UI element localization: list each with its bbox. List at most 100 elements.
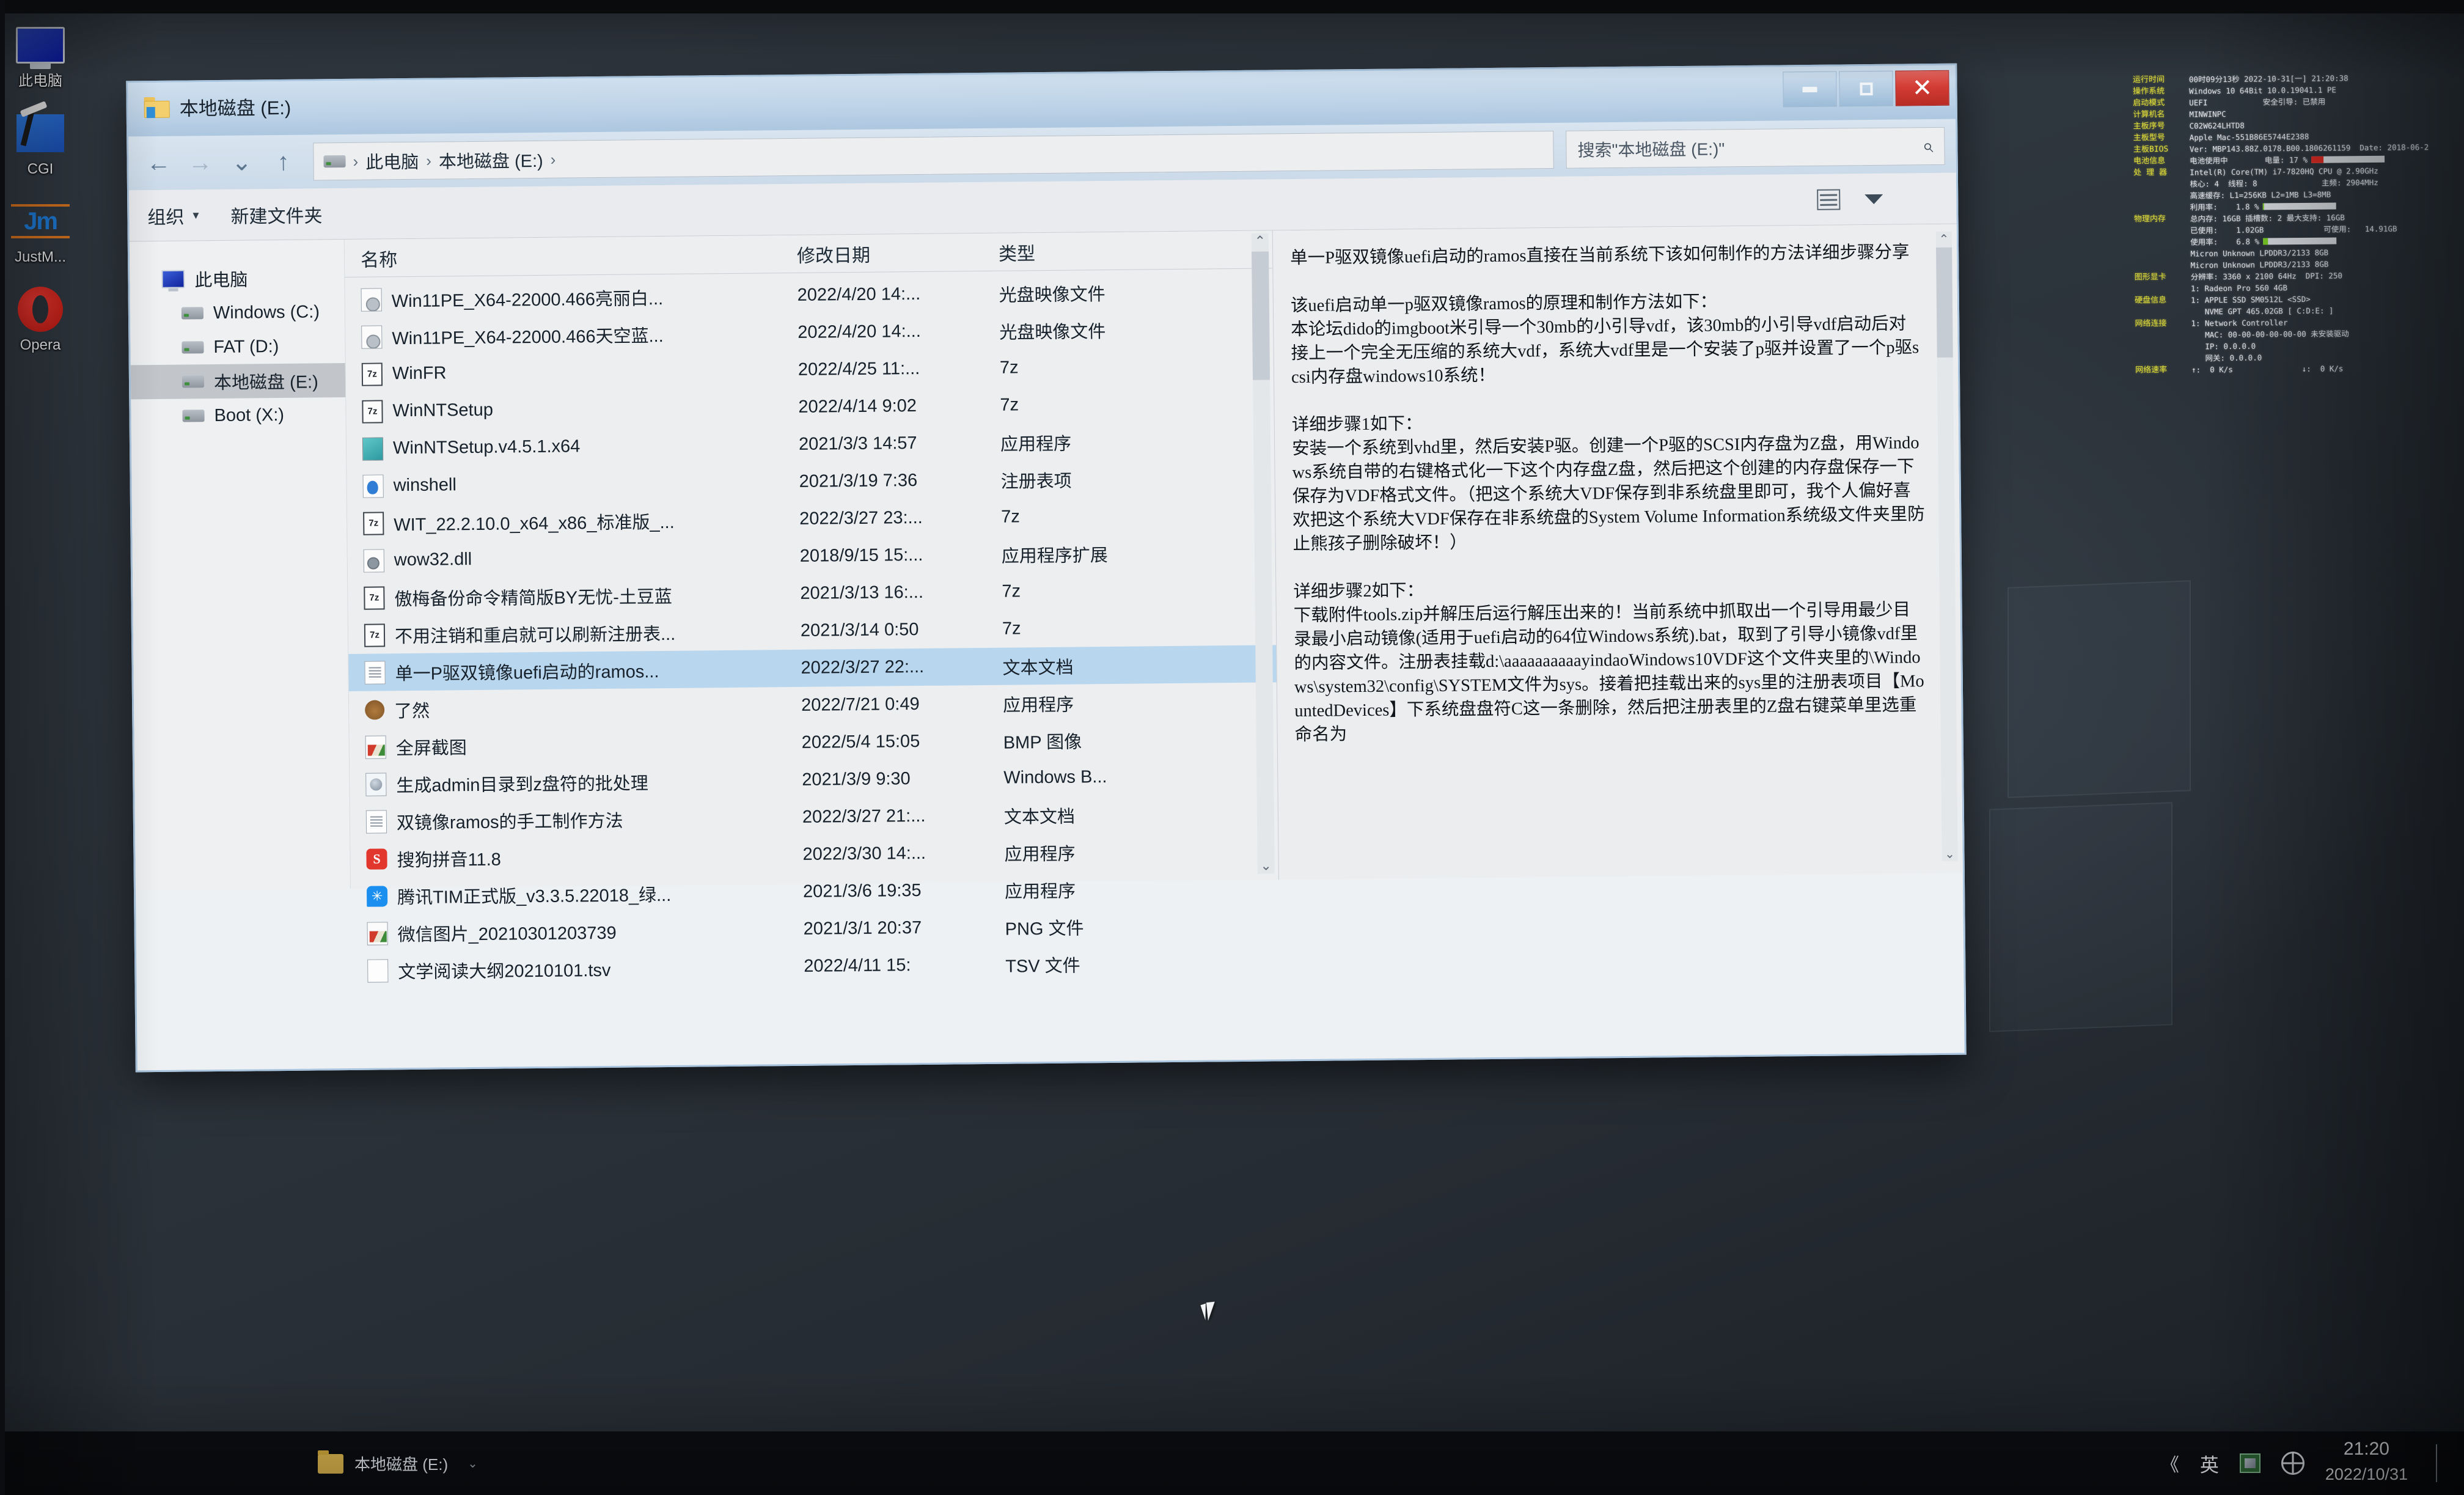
system-info-row: 已使用: 1.02GB 可使用: 14.91GB [2134,223,2464,237]
search-input[interactable]: 搜索"本地磁盘 (E:)" ⌕ [1566,127,1945,169]
scroll-up-icon[interactable]: ⌃ [1936,232,1952,246]
system-info-label: 操作系统 [2133,86,2165,97]
system-info-value: Ver: MBP143.88Z.0178.B00.1806261159 Date… [2189,142,2429,154]
nav-item-this-pc[interactable]: 此电脑 [130,260,345,296]
system-info-label [2135,353,2191,354]
breadcrumb-separator: › [426,151,432,170]
scroll-down-icon[interactable]: ⌄ [1942,847,1957,861]
system-info-value: 00时09分13秒 2022-10-31[一] 21:20:38 [2188,73,2348,84]
view-options-chevron-icon[interactable] [1865,194,1883,205]
new-folder-button[interactable]: 新建文件夹 [230,200,322,228]
scroll-down-icon[interactable]: ⌄ [1258,858,1275,873]
file-name: 腾讯TIM正式版_v3.3.5.22018_绿... [397,885,672,908]
iso-icon [361,287,382,312]
cgi-icon [0,105,81,161]
system-info-label [2134,202,2190,203]
system-info-row: 利用率: 1.8 % [2134,200,2464,213]
file-name: WIT_22.2.10.0_x64_x86_标准版_... [394,512,675,535]
system-info-value: 网关: 0.0.0.0 [2191,353,2262,363]
column-header-type[interactable]: 类型 [999,237,1157,265]
file-date: 2022/4/20 14:... [797,284,921,305]
maximize-button[interactable] [1839,70,1893,107]
system-info-row: 处 理 器 Intel(R) Core(TM) i7-7820HQ CPU @ 2… [2133,165,2463,178]
globe-icon[interactable] [2281,1452,2304,1475]
up-button[interactable]: ↑ [264,143,302,182]
desktop-icon-opera[interactable]: Opera [0,281,81,353]
recent-locations-button[interactable]: ⌄ [222,143,261,182]
chevron-down-icon[interactable]: ⌄ [468,1456,478,1471]
file-date: 2021/3/1 20:37 [803,917,922,939]
wallpaper-pane-2 [1989,802,2172,1032]
breadcrumb-item-local-disk-e[interactable]: 本地磁盘 (E:) [439,147,543,174]
desktop-icon-this-pc[interactable]: 此电脑 [0,17,81,89]
system-info-label [2133,179,2190,180]
show-desktop-button[interactable] [2436,1444,2437,1482]
system-info-row: 网络速率 ↑: 0 K/s ↓: 0 K/s [2135,362,2464,376]
nav-item-fat-d[interactable]: FAT (D:) [130,329,345,365]
application-icon [362,436,384,461]
system-info-value: 电池使用中 电量: 17 % [2190,153,2463,166]
system-tray: 《 英 21:20 2022/10/31 [2161,1431,2452,1495]
scrollbar-thumb[interactable] [1936,247,1953,358]
breadcrumb[interactable]: › 此电脑 › 本地磁盘 (E:) › [313,130,1554,181]
ime-mode-icon[interactable] [2239,1453,2260,1473]
taskbar-clock[interactable]: 21:20 2022/10/31 [2325,1438,2408,1488]
nav-item-label: Windows (C:) [213,301,320,323]
file-date: 2022/4/11 15: [804,955,911,976]
taskbar-item-label: 本地磁盘 (E:) [354,1455,449,1474]
system-info-row: 计算机名 MINWINPC [2133,107,2463,120]
minimize-button[interactable] [1783,71,1837,108]
column-header-name[interactable]: 名称 [345,241,797,272]
nav-item-label: Boot (X:) [214,405,285,425]
desktop-icon-cgi[interactable]: CGI [0,105,81,177]
system-info-value: Windows 10 64Bit 10.0.19041.1 PE [2189,85,2336,96]
ime-language-button[interactable]: 英 [2200,1450,2219,1477]
bear-app-icon [365,699,385,720]
nav-item-boot-x[interactable]: Boot (X:) [131,397,346,433]
text-document-icon [365,809,387,834]
file-date: 2022/7/21 0:49 [801,694,920,715]
scrollbar-thumb[interactable] [1252,251,1270,380]
file-date: 2021/3/9 9:30 [802,769,911,790]
details-view-icon[interactable] [1817,189,1841,210]
nav-item-windows-c[interactable]: Windows (C:) [130,295,345,331]
show-hidden-icons-button[interactable]: 《 [2161,1450,2179,1477]
file-date: 2022/4/25 11:... [798,358,920,380]
explorer-body: 此电脑 Windows (C:) FAT (D:) 本地磁盘 (E:) Boot… [129,224,1963,983]
system-info-label: 网络连接 [2135,318,2167,329]
close-button[interactable]: ✕ [1895,70,1949,106]
system-info-row: 物理内存 总内存: 16GB 插槽数: 2 最大支持: 16GB [2134,211,2464,225]
system-info-value: 1: Radeon Pro 560 4GB [2190,283,2288,293]
nav-item-label: 此电脑 [194,270,248,291]
system-info-row: 1: Radeon Pro 560 4GB [2135,281,2464,295]
file-date: 2021/3/6 19:35 [802,880,922,902]
close-icon: ✕ [1912,75,1933,102]
nav-item-local-disk-e[interactable]: 本地磁盘 (E:) [130,362,346,400]
system-info-label: 启动模式 [2133,98,2165,108]
screen-bezel-top [0,0,2464,13]
system-info-row: 网关: 0.0.0.0 [2135,351,2464,364]
file-date: 2022/3/27 23:... [799,507,923,529]
system-info-value: 利用率: 1.8 % [2190,200,2464,213]
taskbar-item-local-disk-e[interactable]: 本地磁盘 (E:) ⌄ [318,1450,478,1475]
desktop-icon-justmanager[interactable]: Jm JustM... [0,193,81,265]
forward-button[interactable]: → [181,144,219,182]
scroll-up-icon[interactable]: ⌃ [1252,233,1269,249]
back-button[interactable]: ← [139,144,178,183]
system-info-label: 运行时间 [2132,75,2165,85]
file-name: 搜狗拼音11.8 [397,850,501,870]
system-info-row: 操作系统 Windows 10 64Bit 10.0.19041.1 PE [2133,84,2463,97]
preview-scrollbar[interactable]: ⌃ ⌄ [1935,231,1958,861]
window-title: 本地磁盘 (E:) [179,97,292,120]
organize-button[interactable]: 组织 ▾ [147,202,199,229]
new-folder-label: 新建文件夹 [230,205,323,227]
breadcrumb-item-this-pc[interactable]: 此电脑 [365,148,419,174]
column-header-date[interactable]: 修改日期 [797,239,999,268]
system-info-row: 图形显卡 分辨率: 3360 x 2100 64Hz DPI: 250 [2135,270,2464,283]
window-controls: ✕ [1780,70,1949,108]
file-type: 应用程序 [1004,881,1076,902]
system-info-row: 网络连接 1: Network Controller [2135,316,2464,329]
system-info-row: 启动模式 UEFI 安全引导: 已禁用 [2133,95,2463,109]
nav-item-label: FAT (D:) [213,336,279,357]
desktop-icon-label: CGI [27,161,54,177]
